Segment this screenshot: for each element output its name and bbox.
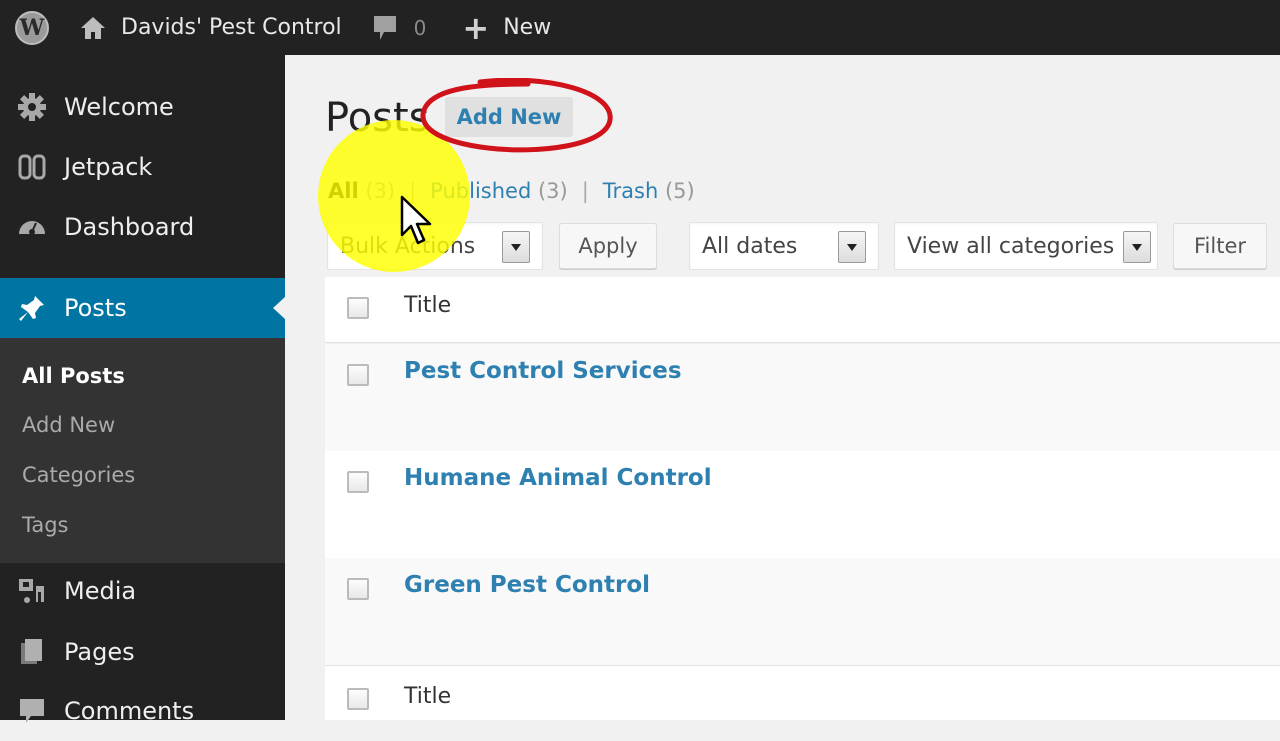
- new-label: New: [503, 15, 552, 40]
- comments-count: 0: [413, 15, 427, 40]
- submenu-tags[interactable]: Tags: [22, 513, 69, 537]
- sidebar-item-dashboard[interactable]: Dashboard: [0, 197, 285, 257]
- trash-count-value: (5): [664, 179, 695, 203]
- separator: |: [581, 179, 589, 203]
- categories-filter-value: View all categories: [907, 233, 1115, 259]
- chevron-down-icon[interactable]: [502, 231, 530, 263]
- table-row: Green Pest Control: [325, 558, 1280, 665]
- sidebar-item-comments[interactable]: Comments: [0, 681, 285, 741]
- wordpress-logo-icon: W: [15, 10, 49, 45]
- filter-all-link[interactable]: All: [328, 179, 359, 203]
- bulk-actions-value: Bulk Actions: [340, 233, 476, 259]
- gear-icon: [15, 90, 49, 124]
- table-header: Title: [325, 277, 1280, 343]
- admin-sidebar: Welcome Jetpack Dashboard Posts All Post…: [0, 55, 285, 725]
- posts-table: Title Pest Control Services Humane Anima…: [325, 277, 1280, 720]
- sidebar-item-welcome[interactable]: Welcome: [0, 77, 285, 137]
- main-content: Posts Add New All (3) | Published (3) | …: [285, 55, 1280, 720]
- sidebar-item-label: Jetpack: [64, 153, 153, 181]
- column-footer-title[interactable]: Title: [404, 684, 451, 709]
- separator: |: [409, 179, 417, 203]
- sidebar-item-posts[interactable]: Posts: [0, 278, 285, 338]
- row-checkbox[interactable]: [347, 471, 369, 493]
- row-checkbox[interactable]: [347, 364, 369, 386]
- post-title-link[interactable]: Green Pest Control: [404, 572, 650, 598]
- select-all-checkbox[interactable]: [347, 297, 369, 319]
- add-new-post-button[interactable]: Add New: [445, 97, 573, 137]
- column-header-title[interactable]: Title: [404, 293, 451, 318]
- dashboard-gauge-icon: [15, 210, 49, 244]
- row-checkbox[interactable]: [347, 578, 369, 600]
- new-content-button[interactable]: + New: [462, 0, 551, 55]
- site-name-link[interactable]: Davids' Pest Control: [79, 0, 342, 55]
- site-name: Davids' Pest Control: [121, 15, 342, 40]
- admin-bar: W Davids' Pest Control 0 + New: [0, 0, 1280, 55]
- post-status-filters: All (3) | Published (3) | Trash (5): [328, 179, 695, 203]
- pages-icon: [15, 635, 49, 669]
- sidebar-item-label: Posts: [64, 294, 127, 322]
- table-row: Pest Control Services: [325, 344, 1280, 451]
- categories-filter-select[interactable]: View all categories: [894, 222, 1158, 270]
- table-footer: Title: [325, 665, 1280, 720]
- submenu-categories[interactable]: Categories: [22, 463, 135, 487]
- published-count-value: (3): [537, 179, 568, 203]
- filter-published-link[interactable]: Published: [430, 179, 531, 203]
- table-row: Humane Animal Control: [325, 451, 1280, 558]
- jetpack-icon: [15, 150, 49, 184]
- trash-count: (5): [658, 179, 695, 203]
- post-title-link[interactable]: Humane Animal Control: [404, 465, 712, 491]
- dates-filter-select[interactable]: All dates: [689, 222, 879, 270]
- sidebar-item-label: Comments: [64, 697, 195, 725]
- chevron-down-icon[interactable]: [1123, 231, 1151, 263]
- published-count: (3): [531, 179, 568, 203]
- media-icon: [15, 574, 49, 608]
- plus-icon: +: [462, 8, 490, 47]
- comment-icon: [15, 694, 49, 728]
- sidebar-item-pages[interactable]: Pages: [0, 622, 285, 682]
- page-title: Posts: [325, 95, 430, 141]
- apply-button[interactable]: Apply: [559, 223, 657, 269]
- filter-button[interactable]: Filter: [1173, 223, 1267, 269]
- posts-submenu: All Posts Add New Categories Tags: [0, 338, 285, 563]
- comments-link[interactable]: 0: [372, 0, 427, 55]
- sidebar-item-label: Dashboard: [64, 213, 195, 241]
- submenu-all-posts[interactable]: All Posts: [22, 364, 125, 388]
- sidebar-item-label: Pages: [64, 638, 135, 666]
- dates-filter-value: All dates: [702, 233, 798, 259]
- sidebar-item-jetpack[interactable]: Jetpack: [0, 137, 285, 197]
- chevron-down-icon[interactable]: [838, 231, 866, 263]
- sidebar-item-label: Welcome: [64, 93, 174, 121]
- home-icon: [81, 16, 105, 39]
- filter-trash-link[interactable]: Trash: [603, 179, 659, 203]
- bulk-actions-select[interactable]: Bulk Actions: [327, 222, 543, 270]
- comment-bubble-icon: [373, 15, 396, 40]
- all-count-value: (3): [365, 179, 396, 203]
- select-all-checkbox-footer[interactable]: [347, 688, 369, 710]
- wordpress-logo-button[interactable]: W: [0, 0, 49, 55]
- pushpin-icon: [15, 291, 49, 325]
- submenu-add-new[interactable]: Add New: [22, 413, 115, 437]
- sidebar-item-label: Media: [64, 577, 137, 605]
- post-title-link[interactable]: Pest Control Services: [404, 358, 682, 384]
- sidebar-item-media[interactable]: Media: [0, 561, 285, 621]
- all-count: (3): [359, 179, 395, 203]
